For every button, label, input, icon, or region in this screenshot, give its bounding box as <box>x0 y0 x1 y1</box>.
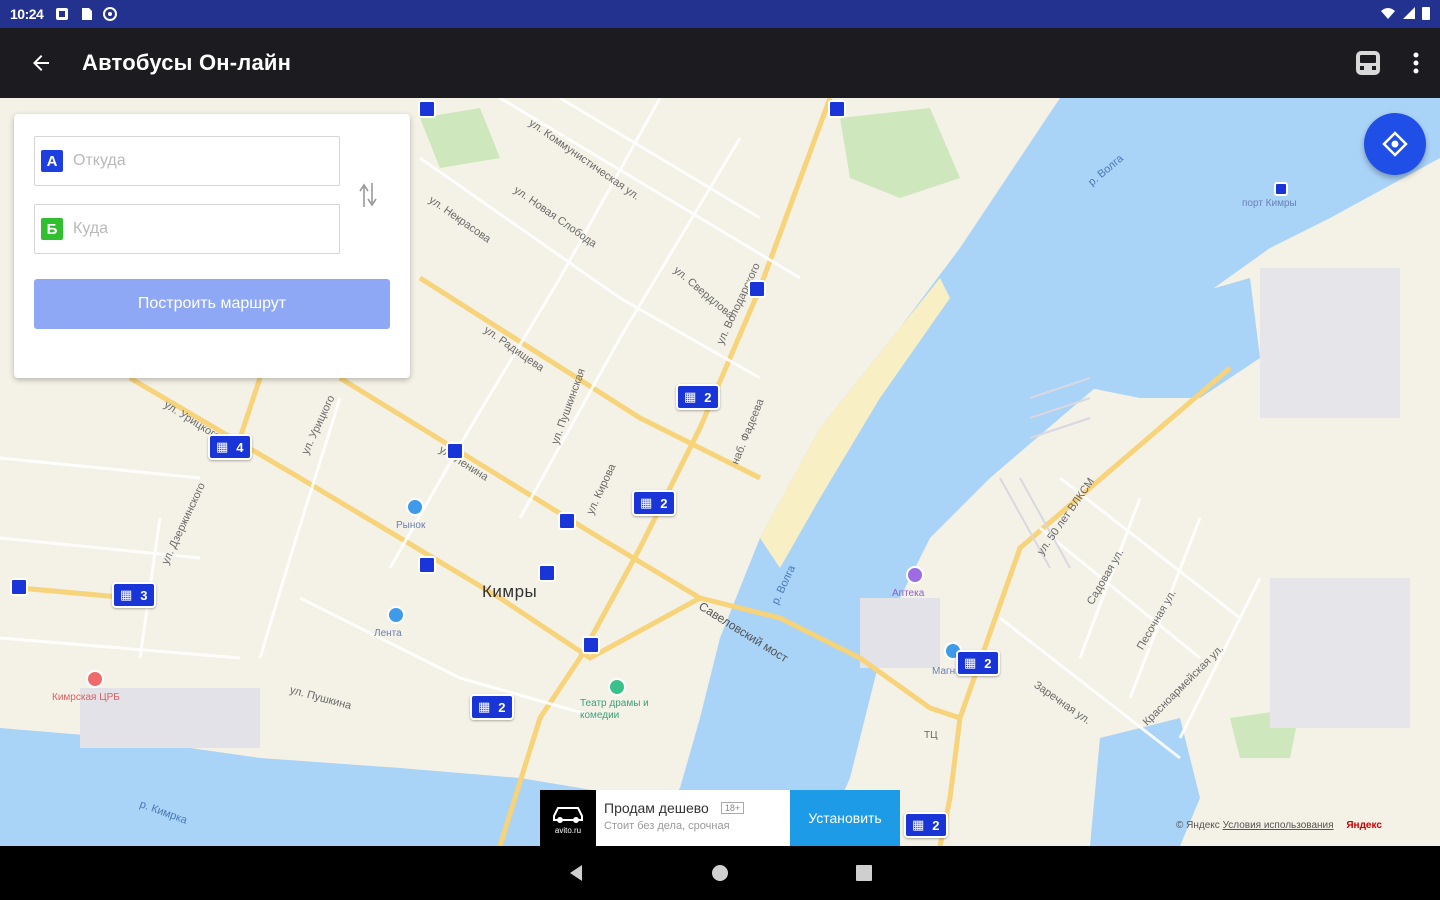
status-time: 10:24 <box>10 6 44 22</box>
hospital-icon[interactable] <box>86 670 104 688</box>
bus-marker[interactable]: ▦ 2 <box>632 490 676 516</box>
poi-label: Театр драмы и комедии <box>580 698 649 721</box>
back-button[interactable] <box>0 28 82 98</box>
arrow-back-icon <box>33 55 49 71</box>
pharmacy-icon[interactable] <box>906 566 924 584</box>
bus-stop-icon[interactable] <box>748 280 766 298</box>
more-menu-button[interactable] <box>1392 28 1440 98</box>
from-input[interactable] <box>73 152 313 170</box>
ad-subtitle: Стоит без дела, срочная <box>604 820 730 832</box>
car-icon <box>553 806 583 823</box>
sync-icon <box>103 7 118 21</box>
to-field[interactable]: Б <box>34 204 340 254</box>
bus-marker-icon: ▦ <box>478 699 491 714</box>
signal-icon <box>1402 6 1416 23</box>
ad-install-button[interactable]: Установить <box>790 790 900 846</box>
from-field[interactable]: А <box>34 136 340 186</box>
build-route-button[interactable]: Построить маршрут <box>34 279 390 329</box>
bus-marker[interactable]: ▦ 2 <box>676 384 720 410</box>
my-location-button[interactable] <box>1364 113 1426 175</box>
nav-recents-button[interactable] <box>852 861 876 885</box>
app-root: 10:24 Автобусы Он-лайн ул. Коммунистичес… <box>0 0 1440 900</box>
nav-back-icon <box>570 865 582 881</box>
bus-list-button[interactable] <box>1344 28 1392 98</box>
theater-icon[interactable] <box>608 678 626 696</box>
ad-age-tag: 18+ <box>720 802 745 814</box>
to-input[interactable] <box>73 220 313 238</box>
system-nav-bar <box>0 846 1440 900</box>
bus-stop-icon[interactable] <box>582 636 600 654</box>
port-icon[interactable] <box>1274 182 1288 196</box>
poi-label: Кимрская ЦРБ <box>52 692 120 703</box>
bus-marker-icon: ▦ <box>640 495 653 510</box>
bus-stop-icon[interactable] <box>418 556 436 574</box>
map-copyright: © Яндекс Условия использования Яндекс <box>1176 820 1382 831</box>
bus-marker-icon: ▦ <box>120 587 133 602</box>
battery-icon <box>1422 6 1430 23</box>
notification-icon <box>55 7 69 21</box>
wifi-icon <box>1380 6 1396 23</box>
swap-button[interactable] <box>356 178 380 212</box>
nav-recents-icon <box>856 865 872 881</box>
shop-icon[interactable] <box>387 606 405 624</box>
nav-home-button[interactable] <box>708 861 732 885</box>
status-bar: 10:24 <box>0 0 1440 28</box>
bus-marker[interactable]: ▦ 2 <box>470 694 514 720</box>
status-right <box>1380 6 1430 23</box>
bus-marker-icon: ▦ <box>964 655 977 670</box>
bus-stop-icon[interactable] <box>538 564 556 582</box>
ad-title: Продам дешево 18+ <box>604 800 782 816</box>
poi-label: порт Кимры <box>1242 198 1297 209</box>
more-vert-icon <box>1413 52 1419 74</box>
ad-logo: avito.ru <box>540 790 596 846</box>
bus-stop-icon[interactable] <box>446 442 464 460</box>
poi-label: Лента <box>374 628 402 639</box>
bus-marker[interactable]: ▦ 2 <box>956 650 1000 676</box>
nav-home-icon <box>712 865 728 881</box>
swap-vert-icon <box>359 183 377 207</box>
bus-marker[interactable]: ▦ 4 <box>208 434 252 460</box>
poi-label: Рынок <box>396 520 426 531</box>
yandex-logo: Яндекс <box>1346 820 1382 831</box>
ad-banner[interactable]: avito.ru Продам дешево 18+ Стоит без дел… <box>540 790 900 846</box>
app-bar: Автобусы Он-лайн <box>0 28 1440 98</box>
city-label: Кимры <box>482 582 538 601</box>
poi-label: ТЦ <box>924 730 938 741</box>
bus-marker-icon: ▦ <box>684 389 697 404</box>
bus-icon <box>1356 51 1380 75</box>
app-bar-actions <box>1344 28 1440 98</box>
bus-stop-icon[interactable] <box>828 100 846 118</box>
ad-logo-text: avito.ru <box>554 825 582 835</box>
page-title: Автобусы Он-лайн <box>82 50 292 75</box>
market-icon[interactable] <box>406 498 424 516</box>
ad-text: Продам дешево 18+ Стоит без дела, срочна… <box>596 790 790 846</box>
bus-stop-icon[interactable] <box>558 512 576 530</box>
point-b-badge: Б <box>41 218 63 240</box>
location-target-icon <box>1382 131 1408 157</box>
sd-card-icon <box>79 7 93 21</box>
route-panel: А Б Построить маршрут <box>14 114 410 378</box>
point-a-badge: А <box>41 150 63 172</box>
bus-stop-icon[interactable] <box>10 578 28 596</box>
bus-marker[interactable]: ▦ 3 <box>112 582 156 608</box>
bus-stop-icon[interactable] <box>418 100 436 118</box>
nav-back-button[interactable] <box>564 861 588 885</box>
terms-link[interactable]: Условия использования <box>1223 820 1334 831</box>
bus-marker[interactable]: ▦ 2 <box>904 812 948 838</box>
bus-marker-icon: ▦ <box>216 439 229 454</box>
poi-label: Аптека <box>892 588 925 599</box>
bus-marker-icon: ▦ <box>912 817 925 832</box>
